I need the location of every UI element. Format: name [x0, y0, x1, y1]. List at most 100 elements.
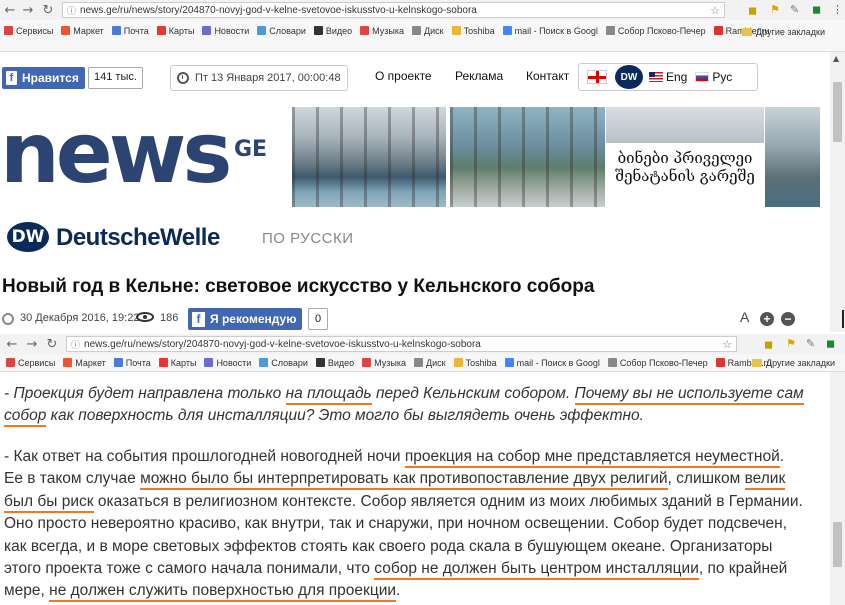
bookmark-label: mail - Поиск в Googl	[516, 357, 600, 368]
dw-logo-icon[interactable]: DW	[7, 222, 49, 252]
ad-photo-city[interactable]	[765, 107, 820, 207]
lang-russian[interactable]: Рус	[712, 70, 732, 84]
bookmark-label: Сервисы	[18, 357, 56, 368]
bookmark-icon	[6, 358, 15, 367]
bookmark-label: Маркет	[75, 357, 106, 368]
bookmark-label: Диск	[426, 357, 446, 368]
bookmark-item[interactable]: Видео	[313, 26, 352, 36]
bookmark-icon	[111, 26, 121, 35]
clock-icon	[2, 313, 14, 325]
ad-photo-pool[interactable]	[292, 107, 446, 207]
bookmark-item[interactable]: Видео	[315, 357, 355, 368]
article-body: - Проекция будет направлена только на пл…	[0, 378, 830, 605]
bookmark-item[interactable]: Новости	[202, 26, 249, 36]
ad-geo-line2: შენატანის გარეშე	[615, 167, 755, 185]
bookmark-item[interactable]: Новости	[204, 358, 251, 368]
bookmark-label: Новости	[214, 25, 250, 36]
highlight: на площадь	[285, 385, 372, 405]
bookmark-icon	[360, 26, 370, 35]
forward-icon[interactable]: →	[20, 3, 36, 18]
usa-flag-icon[interactable]	[649, 72, 663, 82]
lang-english[interactable]: Eng	[666, 70, 687, 84]
bookmark-item[interactable]: Музыка	[362, 358, 406, 368]
bookmarks-list: Сервисы Маркет Почта Карты Новости Словари Вид…	[4, 26, 778, 36]
page-scrollbar-2[interactable]	[830, 372, 845, 605]
russia-flag-icon[interactable]	[695, 72, 710, 82]
menu-ads[interactable]: Реклама	[455, 69, 503, 83]
scroll-up-icon[interactable]: ▲	[833, 54, 839, 63]
info-icon[interactable]: ⓘ	[67, 4, 76, 17]
other-bookmarks[interactable]: Другие закладки	[752, 358, 835, 368]
bookmark-item[interactable]: Сервисы	[6, 358, 55, 368]
bookmark-label: Почта	[125, 357, 151, 368]
green-ext-icon[interactable]: ◼	[826, 337, 835, 350]
bookmark-item[interactable]: Словари	[257, 26, 306, 36]
font-increase-button[interactable]: +	[760, 312, 774, 326]
scrollbar-thumb[interactable]	[833, 522, 842, 567]
other-bookmarks[interactable]: Другие закладки	[742, 27, 825, 37]
star-icon[interactable]: ☆	[722, 338, 732, 351]
menu-about[interactable]: О проекте	[375, 69, 432, 83]
address-bar[interactable]: ⓘ news.ge/ru/news/story/204870-novyj-god…	[62, 2, 725, 18]
bookmark-item[interactable]: Собор Псково-Печер	[607, 358, 708, 368]
bookmark-item[interactable]: Музыка	[360, 26, 404, 36]
reload-icon[interactable]: ↻	[44, 337, 60, 352]
menu-contact[interactable]: Контакт	[526, 69, 569, 83]
bookmark-item[interactable]: Диск	[414, 358, 446, 368]
bookmark-label: Собор Псково-Печер	[617, 25, 706, 36]
bookmark-item[interactable]: Почта	[111, 26, 149, 36]
extension-icon[interactable]: ◼	[748, 4, 757, 17]
green-ext-icon[interactable]: ◼	[812, 3, 821, 16]
extension-icon[interactable]: ◼	[764, 338, 773, 351]
puzzle-icon[interactable]: ✎	[790, 3, 799, 16]
back-icon[interactable]: ←	[2, 3, 18, 18]
bookmarks-bar: Сервисы Маркет Почта Карты Новости Словари Вид…	[0, 20, 845, 52]
bookmark-icon	[4, 26, 13, 35]
bookmark-item[interactable]: mail - Поиск в Googl	[504, 357, 600, 368]
back-icon[interactable]: ←	[4, 337, 20, 352]
puzzle-icon[interactable]: ✎	[806, 337, 815, 350]
scrollbar-thumb[interactable]	[833, 82, 842, 142]
bookmark-item[interactable]: Диск	[412, 26, 444, 36]
bookmark-item[interactable]: Сервисы	[4, 26, 53, 36]
bookmark-item[interactable]: Словари	[259, 358, 308, 368]
bookmark-item[interactable]: Почта	[113, 357, 151, 368]
page-scrollbar[interactable]: ▲	[830, 52, 845, 332]
bookmark-item[interactable]: Маркет	[61, 26, 104, 36]
address-bar[interactable]: ⓘ news.ge/ru/news/story/204870-novyj-god…	[66, 336, 737, 352]
dw-lang-badge[interactable]: DW	[615, 65, 643, 89]
bookmark-item[interactable]: Toshiba	[451, 26, 495, 36]
info-icon[interactable]: ⓘ	[71, 338, 80, 351]
bookmark-item[interactable]: mail - Поиск в Googl	[502, 25, 598, 36]
bookmark-label: Карты	[170, 357, 197, 368]
bookmark-item[interactable]: Карты	[158, 357, 197, 368]
bookmark-item[interactable]: Собор Псково-Печер	[605, 25, 706, 36]
bookmark-icon	[605, 26, 615, 35]
site-header: f Нравится 141 тыс. Пт 13 Января 2017, 0…	[0, 55, 830, 105]
bookmark-label: mail - Поиск в Googl	[514, 25, 598, 36]
ad-text-panel[interactable]: ბინები პრიველეი შენატანის გარეშე	[606, 107, 764, 207]
bookmark-item[interactable]: Toshiba	[453, 358, 497, 368]
star-icon[interactable]: ☆	[710, 4, 720, 17]
bookmark-label: Новости	[216, 357, 252, 368]
reload-icon[interactable]: ↻	[40, 3, 56, 18]
bookmark-icon	[451, 26, 461, 35]
bookmark-icon	[713, 26, 723, 35]
georgia-flag-icon[interactable]	[587, 70, 607, 84]
translate-icon[interactable]: ⚑	[770, 3, 780, 16]
bookmark-label: Видео	[327, 357, 355, 368]
bookmark-item[interactable]: Карты	[156, 26, 194, 36]
ad-photo-terrace[interactable]	[450, 107, 605, 207]
forward-icon[interactable]: →	[24, 337, 40, 352]
bookmark-item[interactable]: Маркет	[63, 357, 106, 368]
facebook-like-button[interactable]: f Нравится	[2, 67, 85, 89]
menu-icon[interactable]: ⋮	[832, 3, 843, 16]
dw-name[interactable]: DeutscheWelle	[56, 224, 220, 252]
facebook-recommend-button[interactable]: f Я рекомендую	[188, 308, 303, 330]
translate-icon[interactable]: ⚑	[786, 337, 796, 350]
font-decrease-button[interactable]: −	[781, 312, 795, 326]
news-logo[interactable]: news	[0, 111, 232, 195]
other-bookmarks-label: Другие закладки	[766, 358, 835, 368]
bookmark-icon	[156, 26, 166, 35]
bookmark-icon	[259, 358, 269, 367]
